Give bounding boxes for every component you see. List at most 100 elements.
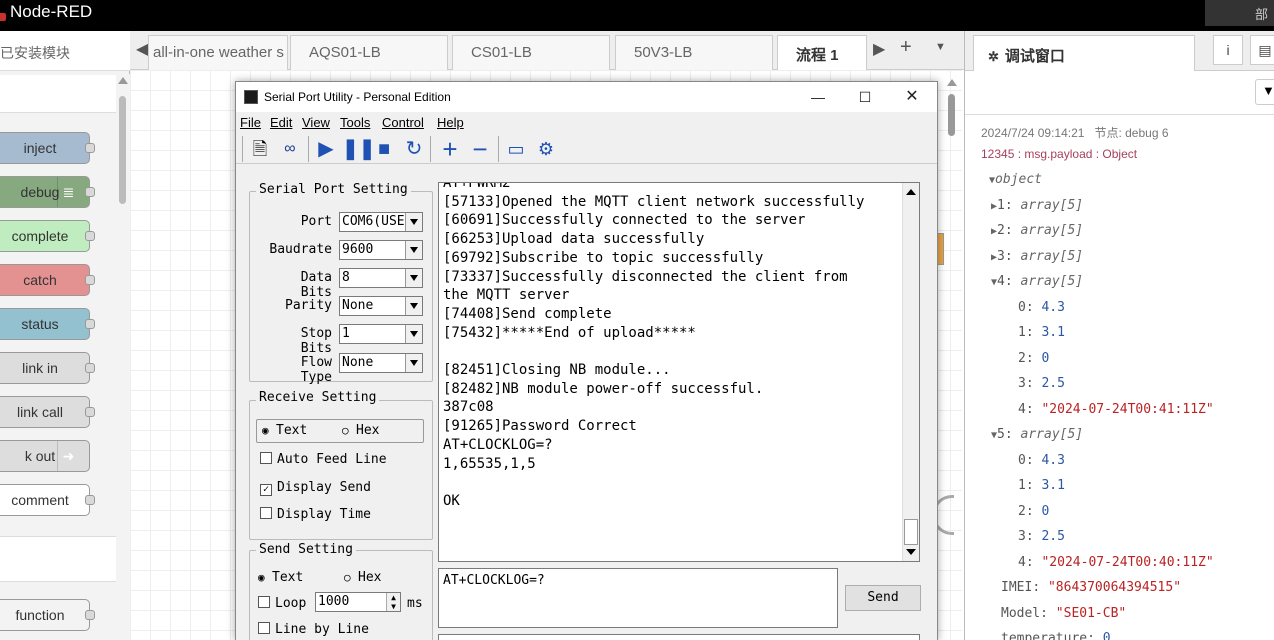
palette-category-header-function[interactable] xyxy=(0,536,116,582)
loop-interval-stepper[interactable]: 1000 ▲ ▼ xyxy=(315,592,401,612)
tab-flow-1[interactable]: 流程 1 xyxy=(777,35,867,70)
window-layout-icon[interactable]: ▭ xyxy=(504,136,528,162)
chevron-down-icon[interactable] xyxy=(405,213,422,231)
palette-filter[interactable]: 已安装模块 xyxy=(0,31,130,71)
output-port[interactable] xyxy=(85,495,95,505)
loop-checkbox[interactable]: Loop xyxy=(258,596,306,611)
flow-type-select[interactable]: None xyxy=(339,353,423,373)
stop-bits-select[interactable]: 1 xyxy=(339,324,423,344)
tree-item[interactable]: ▶1: array[5] xyxy=(991,198,1083,213)
output-port[interactable] xyxy=(85,319,95,329)
menu-file[interactable]: File xyxy=(240,115,261,130)
tab-scroll-right-icon[interactable]: ▶ xyxy=(873,39,885,59)
palette-node-inject[interactable]: inject xyxy=(0,132,95,164)
tab-debug[interactable]: ✲ 调试窗口 xyxy=(973,35,1195,71)
data-bits-select[interactable]: 8 xyxy=(339,268,423,288)
chevron-down-icon[interactable] xyxy=(405,269,422,287)
workspace-scrollbar[interactable] xyxy=(945,76,959,640)
scroll-up-icon[interactable] xyxy=(118,77,128,84)
tab-cs01-lb[interactable]: CS01-LB xyxy=(452,35,610,70)
menu-view[interactable]: View xyxy=(302,115,330,130)
palette-node-comment[interactable]: comment xyxy=(0,484,95,516)
receive-scrollbar[interactable] xyxy=(902,183,919,561)
menu-help[interactable]: Help xyxy=(437,115,464,130)
output-port[interactable] xyxy=(85,363,95,373)
tab-all-in-one-weather[interactable]: all-in-one weather s xyxy=(148,35,288,70)
add-tab-icon[interactable]: + xyxy=(900,36,912,59)
minimize-button[interactable]: — xyxy=(796,86,840,108)
receive-hex-radio[interactable]: ○ Hex xyxy=(342,423,379,438)
scrollbar-thumb[interactable] xyxy=(904,519,918,545)
send-text-radio[interactable]: ◉ Text xyxy=(258,570,303,585)
stop-icon[interactable]: ■ xyxy=(372,136,396,162)
send-textarea[interactable]: AT+CLOCKLOG=? xyxy=(438,568,838,628)
window-titlebar[interactable]: Serial Port Utility - Personal Edition —… xyxy=(236,82,937,112)
output-port[interactable] xyxy=(85,275,95,285)
display-send-checkbox[interactable]: ✓ Display Send xyxy=(260,480,371,496)
tree-item[interactable]: ▶2: array[5] xyxy=(991,223,1083,238)
palette-node-link-in[interactable]: link in xyxy=(0,352,95,384)
add-icon[interactable]: + xyxy=(438,136,462,162)
port-select[interactable]: COM6(USE xyxy=(339,212,423,232)
tree-root[interactable]: ▼object xyxy=(989,172,1042,187)
output-port[interactable] xyxy=(85,187,95,197)
debug-node-link[interactable]: 节点: debug 6 xyxy=(1094,126,1168,140)
refresh-icon[interactable]: ↻ xyxy=(402,136,426,162)
send-button[interactable]: Send xyxy=(845,585,921,611)
menu-control[interactable]: Control xyxy=(382,115,424,130)
palette-node-function[interactable]: function xyxy=(0,599,95,631)
palette-scrollbar[interactable] xyxy=(116,74,130,640)
help-book-icon[interactable]: ▤ xyxy=(1250,35,1274,65)
line-by-line-checkbox[interactable]: Line by Line xyxy=(258,622,369,637)
tab-scroll-left-icon[interactable]: ◀ xyxy=(136,39,148,59)
toolbar-separator xyxy=(308,136,309,162)
receive-textarea[interactable]: AT+PWRM2 [57133]Opened the MQTT client n… xyxy=(438,182,920,562)
chevron-down-icon[interactable] xyxy=(405,354,422,372)
tree-item[interactable]: ▶3: array[5] xyxy=(991,249,1083,264)
send-hex-radio[interactable]: ○ Hex xyxy=(344,570,381,585)
auto-feed-line-checkbox[interactable]: Auto Feed Line xyxy=(260,452,387,467)
document-icon[interactable]: 🗎 xyxy=(248,136,272,162)
pause-icon[interactable]: ❚❚ xyxy=(342,136,376,162)
stepper-arrows-icon[interactable]: ▲ ▼ xyxy=(386,593,400,611)
output-port[interactable] xyxy=(85,610,95,620)
chevron-down-icon[interactable] xyxy=(405,325,422,343)
scroll-down-icon[interactable] xyxy=(906,549,916,555)
tab-list-chevron-icon[interactable]: ▼ xyxy=(935,41,946,53)
output-port[interactable] xyxy=(85,143,95,153)
scrollbar-thumb[interactable] xyxy=(948,94,955,136)
scroll-up-icon[interactable] xyxy=(947,79,957,86)
palette-node-link-call[interactable]: link call xyxy=(0,396,95,428)
output-port[interactable] xyxy=(85,231,95,241)
display-time-checkbox[interactable]: Display Time xyxy=(260,507,371,522)
tree-item[interactable]: ▼5: array[5] xyxy=(991,427,1083,442)
menu-edit[interactable]: Edit xyxy=(270,115,292,130)
parity-select[interactable]: None xyxy=(339,296,423,316)
filter-icon[interactable]: ▼ xyxy=(1255,79,1274,105)
tab-50v3-lb[interactable]: 50V3-LB xyxy=(615,35,773,70)
remove-icon[interactable]: − xyxy=(468,136,492,162)
palette-node-debug[interactable]: debug ≣ xyxy=(0,176,95,208)
info-icon[interactable]: i xyxy=(1213,35,1243,65)
palette-node-catch[interactable]: catch xyxy=(0,264,95,296)
chevron-down-icon[interactable] xyxy=(405,297,422,315)
palette-node-status[interactable]: status xyxy=(0,308,95,340)
chevron-down-icon[interactable] xyxy=(405,241,422,259)
menu-tools[interactable]: Tools xyxy=(340,115,370,130)
scrollbar-thumb[interactable] xyxy=(119,96,126,204)
palette-category-header[interactable] xyxy=(0,75,116,113)
maximize-button[interactable]: ☐ xyxy=(843,86,887,108)
close-button[interactable]: ✕ xyxy=(890,86,934,108)
settings-gear-icon[interactable]: ⚙ xyxy=(534,136,558,162)
loop-icon[interactable]: ∞ xyxy=(278,136,302,162)
deploy-button[interactable]: 部 xyxy=(1205,0,1274,26)
play-icon[interactable]: ▶ xyxy=(314,136,338,162)
tab-aqs01-lb[interactable]: AQS01-LB xyxy=(290,35,448,70)
palette-node-k-out[interactable]: k out ➜ xyxy=(0,440,90,472)
scroll-up-icon[interactable] xyxy=(906,189,916,195)
tree-item[interactable]: ▼4: array[5] xyxy=(991,274,1083,289)
output-port[interactable] xyxy=(85,407,95,417)
receive-text-radio[interactable]: ◉ Text xyxy=(262,423,307,438)
baudrate-select[interactable]: 9600 xyxy=(339,240,423,260)
palette-node-complete[interactable]: complete xyxy=(0,220,95,252)
